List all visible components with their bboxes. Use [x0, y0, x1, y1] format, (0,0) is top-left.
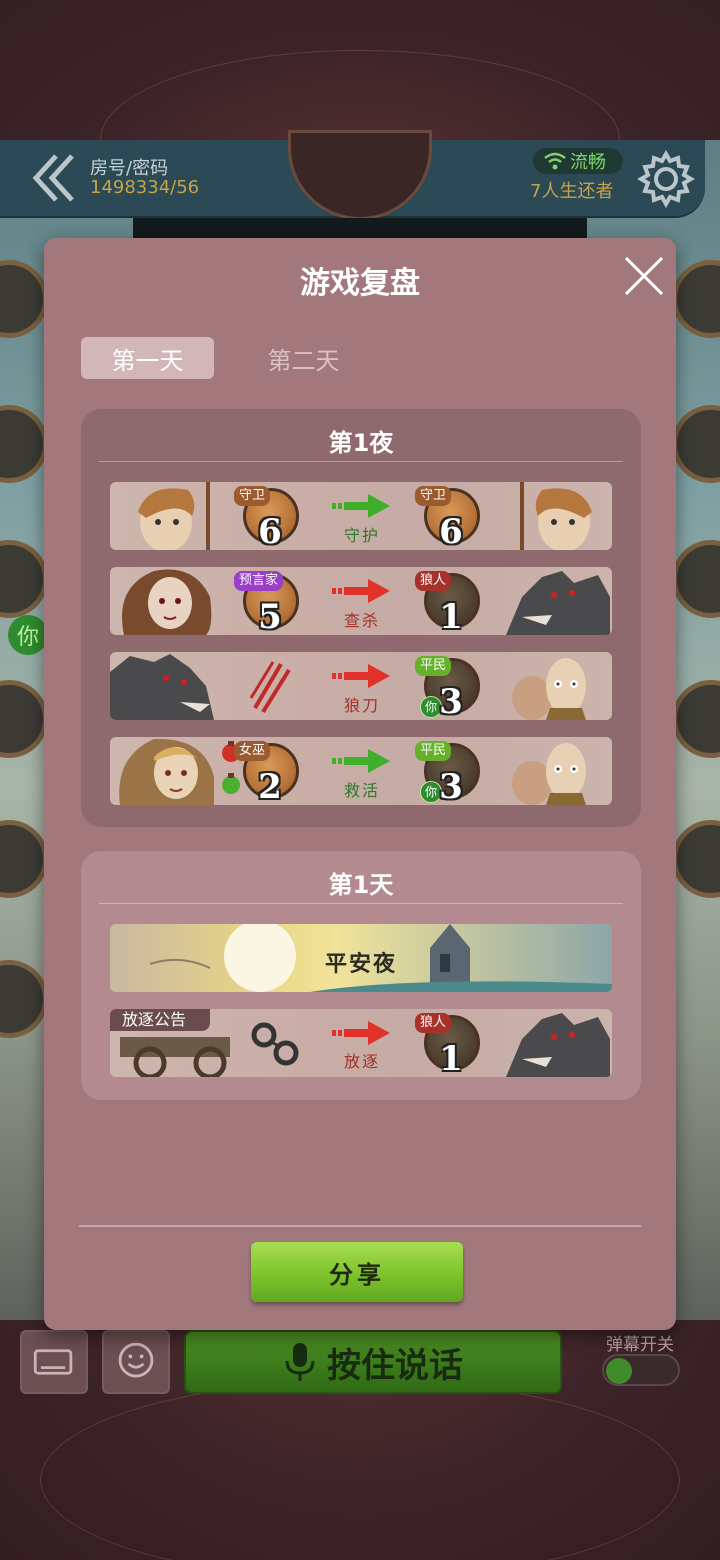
action-label: 狼刀 — [343, 696, 380, 715]
exile-tag: 放逐公告 — [110, 1009, 210, 1031]
role-badge: 狼人 — [415, 571, 452, 591]
danmaku-label: 弹幕开关 — [606, 1335, 674, 1355]
network-status: 流畅 — [570, 152, 606, 173]
action-label: 放逐 — [343, 1052, 380, 1071]
guard-portrait-icon — [520, 482, 592, 550]
gear-icon[interactable] — [637, 150, 695, 208]
share-button[interactable]: 分享 — [251, 1242, 463, 1302]
keyboard-button[interactable] — [20, 1330, 88, 1394]
red-arrow-icon — [332, 579, 390, 603]
green-arrow-icon — [332, 494, 390, 518]
smile-icon — [118, 1342, 154, 1378]
role-badge: 狼人 — [415, 1013, 452, 1033]
seat-number: 1 — [439, 597, 463, 637]
guard-portrait-icon — [138, 482, 210, 550]
back-icon[interactable] — [30, 152, 78, 204]
seat-number: 3 — [439, 682, 463, 722]
modal-title: 游戏复盘 — [300, 266, 420, 301]
self-badge: 你 — [8, 615, 48, 655]
day-title: 第1天 — [328, 871, 394, 899]
night-title: 第1夜 — [328, 429, 394, 457]
seat-number: 6 — [439, 512, 463, 552]
seat-number: 3 — [439, 767, 463, 807]
wifi-icon — [544, 152, 566, 170]
villager-portrait-icon — [512, 743, 586, 805]
seer-portrait-icon — [122, 569, 212, 635]
room-code: 1498334/56 — [90, 177, 200, 198]
role-badge: 平民 — [415, 741, 452, 761]
handcuffs-icon — [251, 1022, 299, 1066]
role-badge: 平民 — [415, 656, 452, 676]
board-tab-strip — [133, 218, 587, 240]
divider — [99, 903, 623, 904]
tab-day-1[interactable]: 第一天 — [81, 337, 214, 379]
keyboard-icon — [33, 1349, 73, 1375]
action-label: 守护 — [343, 526, 380, 545]
seat-number: 6 — [258, 512, 282, 552]
toggle-knob — [606, 1358, 632, 1384]
villager-portrait-icon — [512, 658, 586, 720]
emoji-button[interactable] — [102, 1330, 170, 1394]
close-icon[interactable] — [622, 254, 666, 298]
tab-day-2[interactable]: 第二天 — [237, 337, 370, 379]
witch-portrait-icon — [119, 738, 214, 805]
role-badge: 预言家 — [234, 571, 284, 591]
role-badge: 守卫 — [234, 486, 271, 506]
action-label: 查杀 — [343, 611, 380, 630]
seat-number: 5 — [258, 597, 282, 637]
microphone-icon — [285, 1343, 315, 1381]
divider — [99, 461, 623, 462]
banner-text: 平安夜 — [324, 952, 397, 977]
peaceful-night-banner: 平安夜 — [110, 924, 612, 992]
red-arrow-icon — [332, 664, 390, 688]
role-badge: 守卫 — [415, 486, 452, 506]
talk-label: 按住说话 — [327, 1345, 463, 1386]
green-arrow-icon — [332, 749, 390, 773]
wolf-portrait-icon — [506, 1013, 610, 1077]
seat-number: 1 — [439, 1039, 463, 1079]
red-arrow-icon — [332, 1021, 390, 1045]
action-label: 救活 — [343, 781, 380, 800]
wolf-portrait-icon — [506, 571, 610, 635]
divider — [79, 1225, 641, 1227]
claw-scratch-icon — [249, 661, 291, 714]
survivor-count: 7人生还者 — [530, 181, 614, 202]
role-badge: 女巫 — [234, 741, 271, 761]
seat-number: 2 — [258, 767, 282, 807]
push-to-talk-button[interactable]: 按住说话 — [184, 1330, 562, 1394]
wolf-portrait-icon — [110, 654, 214, 720]
